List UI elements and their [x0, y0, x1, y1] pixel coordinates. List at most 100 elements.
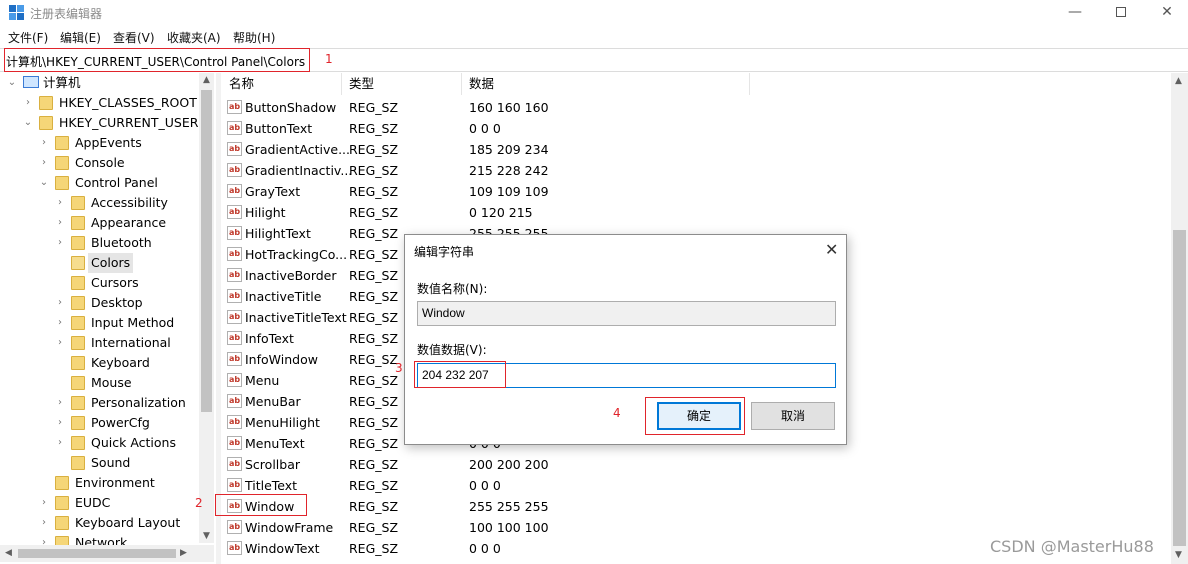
edit-string-dialog: 编辑字符串 ✕ 数值名称(N): Window 数值数据(V): 204 232… [404, 234, 847, 445]
folder-icon [39, 96, 53, 110]
tree-item-selected[interactable]: Colors [0, 253, 200, 273]
chevron-right-icon[interactable]: › [39, 133, 49, 153]
title-bar: 注册表编辑器 — ✕ [0, 0, 1188, 26]
string-value-icon: ab [227, 436, 242, 450]
value-name: TitleText [245, 478, 298, 493]
chevron-right-icon[interactable]: › [55, 233, 65, 253]
chevron-right-icon[interactable]: › [55, 393, 65, 413]
list-item[interactable]: ab GrayText REG_SZ 109 109 109 [222, 181, 1172, 202]
scroll-right-icon[interactable]: ▶ [180, 548, 187, 558]
list-item[interactable]: ab ButtonText REG_SZ 0 0 0 [222, 118, 1172, 139]
tree-item[interactable]: › Accessibility [0, 193, 200, 213]
chevron-down-icon[interactable]: ⌄ [23, 113, 33, 133]
tree-item[interactable]: ⌄ HKEY_CURRENT_USER [0, 113, 200, 133]
list-item[interactable]: ab TitleText REG_SZ 0 0 0 [222, 475, 1172, 496]
scroll-down-icon[interactable]: ▼ [1175, 550, 1182, 560]
string-value-icon: ab [227, 394, 242, 408]
tree-item[interactable]: › Console [0, 153, 200, 173]
value-type: REG_SZ [349, 268, 399, 283]
chevron-right-icon[interactable]: › [39, 513, 49, 533]
chevron-right-icon[interactable]: › [55, 413, 65, 433]
chevron-right-icon[interactable]: › [23, 93, 33, 113]
tree-scroll-thumb[interactable] [201, 90, 212, 412]
pane-splitter[interactable] [216, 73, 221, 564]
chevron-down-icon[interactable]: ⌄ [7, 73, 17, 93]
tree-item[interactable]: Cursors [0, 273, 200, 293]
scroll-up-icon[interactable]: ▲ [203, 75, 210, 85]
string-value-icon: ab [227, 415, 242, 429]
tree-hscroll-thumb[interactable] [18, 549, 176, 558]
tree-item[interactable]: Mouse [0, 373, 200, 393]
folder-icon [71, 316, 85, 330]
tree-item[interactable]: Keyboard [0, 353, 200, 373]
string-value-icon: ab [227, 310, 242, 324]
list-item-window[interactable]: ab Window REG_SZ 255 255 255 [222, 496, 1172, 517]
string-value-icon: ab [227, 184, 242, 198]
value-type: REG_SZ [349, 289, 399, 304]
close-button[interactable]: ✕ [1144, 0, 1188, 26]
folder-icon [71, 356, 85, 370]
annotation-box-value-data [414, 361, 506, 388]
tree-item[interactable]: › HKEY_CLASSES_ROOT [0, 93, 200, 113]
list-item[interactable]: ab WindowFrame REG_SZ 100 100 100 [222, 517, 1172, 538]
chevron-down-icon[interactable]: ⌄ [39, 173, 49, 193]
chevron-right-icon[interactable]: › [55, 333, 65, 353]
tree-item[interactable]: › International [0, 333, 200, 353]
value-name: WindowText [245, 541, 320, 556]
column-header-data[interactable]: 数据 [462, 73, 750, 95]
tree-label: International [91, 335, 171, 350]
string-value-icon: ab [227, 352, 242, 366]
chevron-right-icon[interactable]: › [39, 493, 49, 513]
maximize-button[interactable] [1098, 0, 1144, 26]
folder-icon [71, 296, 85, 310]
value-name: GradientActive... [245, 142, 350, 157]
dialog-close-icon[interactable]: ✕ [825, 240, 838, 259]
tree-item[interactable]: Environment [0, 473, 200, 493]
tree-item[interactable]: › Personalization [0, 393, 200, 413]
cancel-button[interactable]: 取消 [751, 402, 835, 430]
chevron-right-icon[interactable]: › [55, 213, 65, 233]
tree-item[interactable]: › Bluetooth [0, 233, 200, 253]
tree-item[interactable]: ⌄ Control Panel [0, 173, 200, 193]
list-item[interactable]: ab GradientInactiv... REG_SZ 215 228 242 [222, 160, 1172, 181]
list-item[interactable]: ab GradientActive... REG_SZ 185 209 234 [222, 139, 1172, 160]
tree-item[interactable]: › EUDC [0, 493, 200, 513]
scroll-down-icon[interactable]: ▼ [203, 531, 210, 541]
chevron-right-icon[interactable]: › [55, 193, 65, 213]
column-header-type[interactable]: 类型 [342, 73, 462, 95]
scroll-left-icon[interactable]: ◀ [5, 548, 12, 558]
tree-item[interactable]: › PowerCfg [0, 413, 200, 433]
list-scroll-thumb[interactable] [1173, 230, 1186, 546]
menu-favorites[interactable]: 收藏夹(A) [167, 29, 221, 46]
tree-item[interactable]: Sound [0, 453, 200, 473]
value-type: REG_SZ [349, 310, 399, 325]
tree-item[interactable]: › Desktop [0, 293, 200, 313]
list-item[interactable]: ab Scrollbar REG_SZ 200 200 200 [222, 454, 1172, 475]
tree-item[interactable]: › Quick Actions [0, 433, 200, 453]
list-item[interactable]: ab Hilight REG_SZ 0 120 215 [222, 202, 1172, 223]
chevron-right-icon[interactable]: › [55, 313, 65, 333]
menu-view[interactable]: 查看(V) [113, 29, 155, 46]
tree-item[interactable]: › AppEvents [0, 133, 200, 153]
column-header-name[interactable]: 名称 [222, 73, 342, 95]
tree-item[interactable]: › Input Method [0, 313, 200, 333]
value-name-field: Window [417, 301, 836, 326]
menu-help[interactable]: 帮助(H) [233, 29, 275, 46]
list-item[interactable]: ab ButtonShadow REG_SZ 160 160 160 [222, 97, 1172, 118]
string-value-icon: ab [227, 142, 242, 156]
tree-label: Bluetooth [91, 235, 152, 250]
tree-label: Mouse [91, 375, 132, 390]
chevron-right-icon[interactable]: › [39, 153, 49, 173]
chevron-right-icon[interactable]: › [55, 433, 65, 453]
chevron-right-icon[interactable]: › [55, 293, 65, 313]
tree-item-computer[interactable]: ⌄ 计算机 [0, 73, 200, 93]
tree-label: PowerCfg [91, 415, 150, 430]
minimize-button[interactable]: — [1052, 0, 1098, 26]
menu-file[interactable]: 文件(F) [8, 29, 48, 46]
annotation-box-address [4, 48, 310, 72]
tree-item[interactable]: › Keyboard Layout [0, 513, 200, 533]
tree-item[interactable]: › Appearance [0, 213, 200, 233]
scroll-up-icon[interactable]: ▲ [1175, 76, 1182, 86]
menu-edit[interactable]: 编辑(E) [60, 29, 101, 46]
tree-label: Accessibility [91, 195, 168, 210]
